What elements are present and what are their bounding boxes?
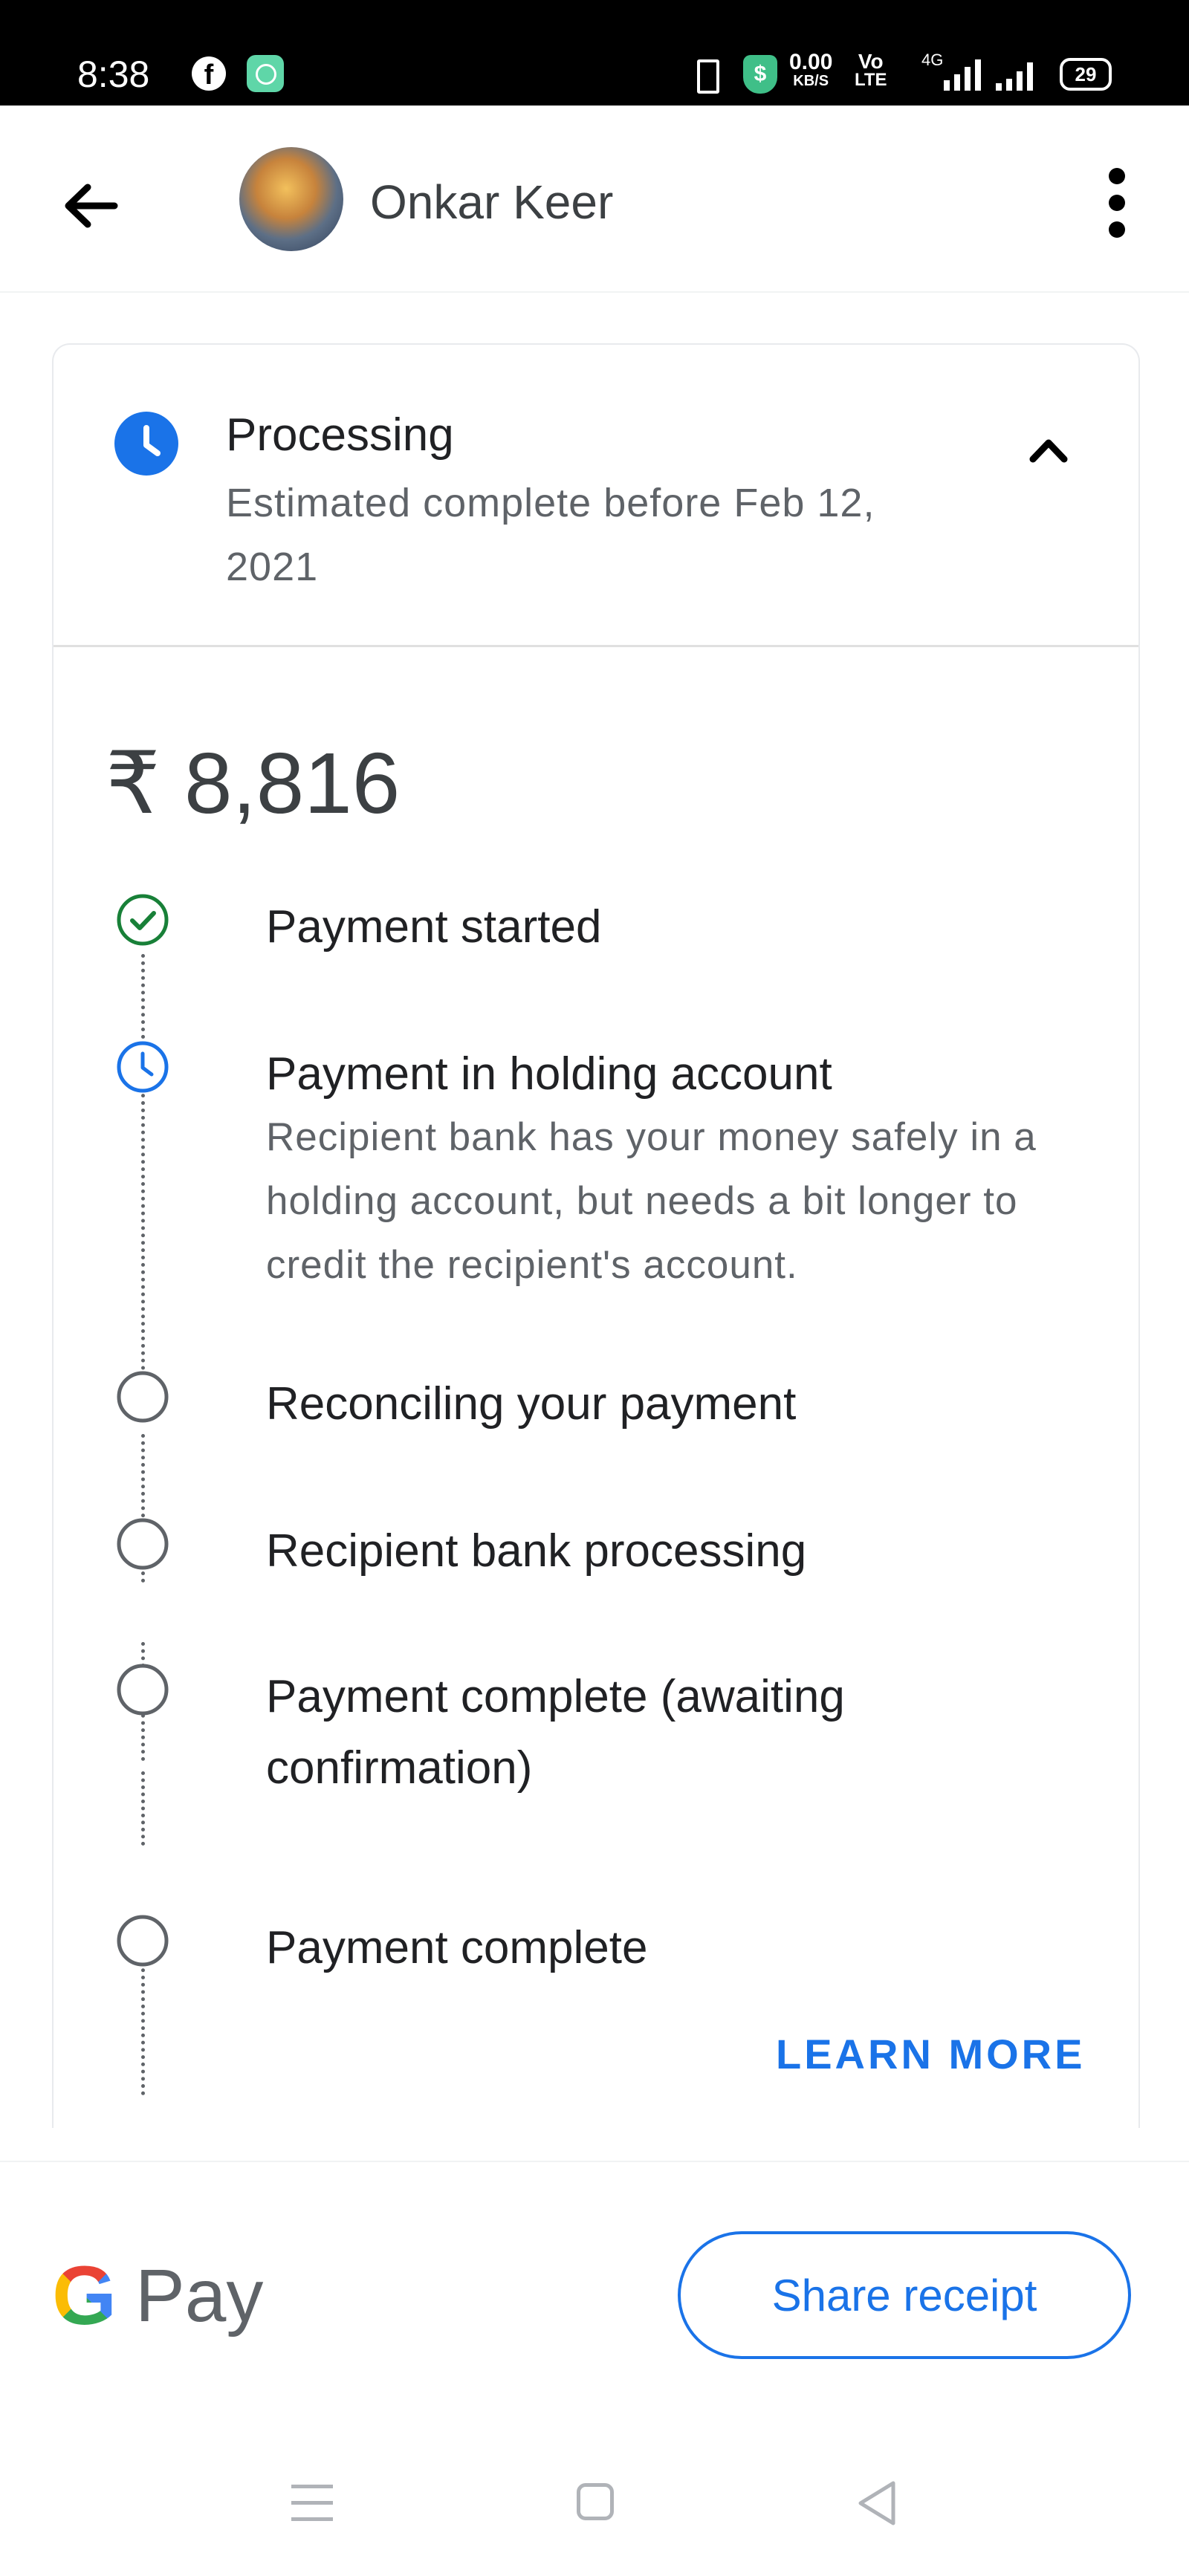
check-circle-icon [116,893,169,947]
timeline-connector [141,1771,145,1846]
timeline-step-title: Payment in holding account [266,1048,832,1100]
more-vert-icon [1109,168,1125,184]
battery-level: 29 [1075,63,1097,85]
chevron-up-icon [1029,439,1068,463]
timeline-connector [141,954,145,1378]
divider [54,645,1138,647]
payment-status-card: Processing Estimated complete before Feb… [52,343,1140,2128]
circle-outline-icon [116,1517,169,1571]
timeline-step-title: Payment complete [266,1922,648,1973]
app-bar: Onkar Keer [0,106,1189,293]
payment-amount: ₹ 8,816 [106,735,401,831]
status-subtitle: Estimated complete before Feb 12, 2021 [226,481,875,589]
volte-bottom-label: LTE [855,70,887,90]
timeline-connector [141,1947,145,2095]
menu-icon[interactable] [291,2485,333,2523]
learn-more-link[interactable]: LEARN MORE [776,2030,1085,2078]
timeline-step-title: Payment complete (awaiting confirmation) [266,1671,845,1794]
volte-indicator: Vo LTE [855,51,887,90]
clock-outline-icon [116,1040,169,1094]
facebook-icon: f [192,56,226,91]
circle-outline-icon [116,1370,169,1424]
back-button[interactable] [52,165,134,247]
contact-name: Onkar Keer [370,175,614,229]
battery-icon: 29 [1060,58,1112,91]
circle-outline-icon [116,1914,169,1967]
google-g-icon: G [52,2249,117,2342]
timeline-step-title: Reconciling your payment [266,1378,797,1430]
home-icon[interactable] [577,2483,614,2520]
system-nav-bar [0,2437,1189,2576]
network-speed: 0.00 KB/S [789,50,833,90]
timeline-step-description: Recipient bank has your money safely in … [266,1115,1037,1287]
vibrate-icon [697,59,719,94]
collapse-button[interactable] [1015,416,1082,483]
app-icon [247,55,284,92]
shield-icon: $ [743,55,777,94]
more-options-button[interactable] [1095,168,1140,242]
status-title: Processing [226,409,454,461]
status-bar: 8:38 f $ 0.00 KB/S Vo LTE 4G 29 [0,0,1189,106]
timeline-step-title: Payment started [266,901,602,953]
share-receipt-button[interactable]: Share receipt [678,2231,1131,2359]
google-pay-logo: G Pay [52,2251,275,2340]
network-speed-unit: KB/S [793,73,829,89]
status-time: 8:38 [77,53,150,95]
google-pay-text: Pay [135,2254,264,2337]
network-type: 4G [921,51,944,69]
arrow-left-icon [65,184,118,228]
circle-outline-icon [116,1663,169,1716]
clock-icon [114,412,178,476]
timeline-step-title: Recipient bank processing [266,1525,807,1577]
back-triangle-icon[interactable] [853,2479,901,2528]
avatar[interactable] [239,147,343,251]
footer-divider [0,2161,1189,2162]
network-speed-value: 0.00 [789,50,833,74]
